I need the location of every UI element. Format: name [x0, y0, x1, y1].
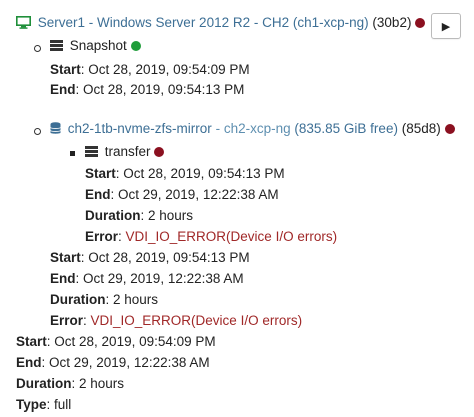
vm-host-link[interactable]: (ch1-xcp-ng) [293, 15, 369, 30]
server-icon [50, 39, 63, 54]
transfer-start-label: Start [85, 166, 116, 181]
sr-end-value: Oct 29, 2019, 12:22:38 AM [83, 271, 244, 286]
sr-name-link[interactable]: ch2-1tb-nvme-zfs-mirror [68, 121, 212, 136]
snapshot-start-label: Start [50, 62, 81, 77]
transfer-error-value: VDI_IO_ERROR(Device I/O errors) [125, 229, 338, 244]
sr-error-value: VDI_IO_ERROR(Device I/O errors) [90, 313, 303, 328]
play-icon: ▶ [441, 20, 451, 33]
vm-status-dot [415, 18, 426, 28]
transfer-duration: Duration: 2 hours [85, 208, 194, 223]
monitor-icon [16, 16, 31, 32]
summary-duration: Duration: 2 hours [16, 376, 125, 391]
list-bullet [70, 151, 75, 156]
snapshot-label: Snapshot [69, 38, 127, 53]
summary-type: Type: full [16, 397, 72, 412]
transfer-end-label: End [85, 187, 111, 202]
sr-host-link[interactable]: ch2-xcp-ng [224, 121, 291, 136]
snapshot-start-value: Oct 28, 2019, 09:54:09 PM [88, 62, 250, 77]
vm-name-link[interactable]: Server1 - Windows Server 2012 R2 - CH2 [38, 15, 289, 30]
transfer-end-value: Oct 29, 2019, 12:22:38 AM [118, 187, 279, 202]
sr-error-label: Error [50, 313, 84, 328]
sr-row: ch2-1tb-nvme-zfs-mirror - ch2-xcp-ng (83… [50, 121, 455, 138]
snapshot-status-dot [130, 41, 141, 51]
sr-start-label: Start [50, 250, 81, 265]
list-bullet [34, 128, 41, 135]
summary-end: End: Oct 29, 2019, 12:22:38 AM [16, 355, 210, 370]
run-button[interactable]: ▶ [431, 13, 461, 39]
summary-end-label: End [16, 355, 42, 370]
snapshot-end: End: Oct 28, 2019, 09:54:13 PM [50, 82, 245, 97]
server-icon [85, 145, 98, 160]
sr-id: (85d8) [401, 121, 441, 136]
summary-end-value: Oct 29, 2019, 12:22:38 AM [49, 355, 210, 370]
vm-header: Server1 - Windows Server 2012 R2 - CH2 (… [16, 15, 426, 32]
summary-type-value: full [54, 397, 72, 412]
transfer-duration-value: 2 hours [148, 208, 194, 223]
snapshot-start: Start: Oct 28, 2019, 09:54:09 PM [50, 62, 250, 77]
sr-free: (835.85 GiB free) [294, 121, 398, 136]
snapshot-end-label: End [50, 82, 76, 97]
summary-start: Start: Oct 28, 2019, 09:54:09 PM [16, 334, 216, 349]
summary-start-label: Start [16, 334, 47, 349]
list-bullet [34, 45, 41, 52]
summary-start-value: Oct 28, 2019, 09:54:09 PM [54, 334, 216, 349]
sr-status-dot [444, 124, 455, 134]
transfer-start: Start: Oct 28, 2019, 09:54:13 PM [85, 166, 285, 181]
transfer-label: transfer [104, 144, 151, 159]
sr-duration-value: 2 hours [113, 292, 159, 307]
sr-start: Start: Oct 28, 2019, 09:54:13 PM [50, 250, 250, 265]
snapshot-end-value: Oct 28, 2019, 09:54:13 PM [83, 82, 245, 97]
sr-end: End: Oct 29, 2019, 12:22:38 AM [50, 271, 244, 286]
transfer-row: transfer [85, 144, 165, 160]
transfer-duration-label: Duration [85, 208, 141, 223]
snapshot-row: Snapshot [50, 38, 141, 54]
summary-duration-value: 2 hours [79, 376, 125, 391]
summary-duration-label: Duration [16, 376, 72, 391]
transfer-end: End: Oct 29, 2019, 12:22:38 AM [85, 187, 279, 202]
sr-end-label: End [50, 271, 76, 286]
sr-error: Error: VDI_IO_ERROR(Device I/O errors) [50, 313, 303, 328]
transfer-start-value: Oct 28, 2019, 09:54:13 PM [123, 166, 285, 181]
transfer-error-label: Error [85, 229, 119, 244]
sr-duration-label: Duration [50, 292, 106, 307]
transfer-status-dot [154, 147, 165, 157]
vm-id: (30b2) [372, 15, 412, 30]
sr-duration: Duration: 2 hours [50, 292, 159, 307]
transfer-error: Error: VDI_IO_ERROR(Device I/O errors) [85, 229, 338, 244]
database-icon [50, 122, 61, 138]
summary-type-label: Type [16, 397, 47, 412]
sr-start-value: Oct 28, 2019, 09:54:13 PM [88, 250, 250, 265]
